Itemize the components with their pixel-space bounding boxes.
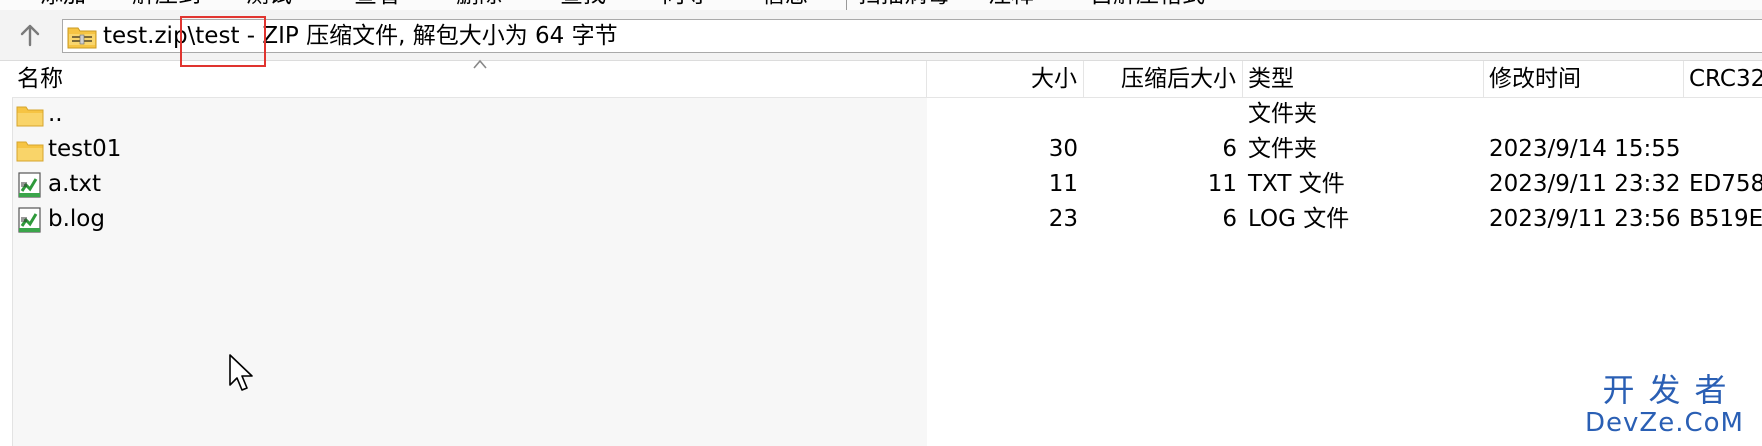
table-row[interactable]: b.log 23 6 LOG 文件 2023/9/11 23:56 B519E — [12, 202, 1762, 237]
cell-packed: 6 — [1222, 206, 1237, 232]
toolbar-extract-button[interactable]: 解压到 — [132, 0, 201, 8]
table-row[interactable]: .. 文件夹 — [12, 97, 1762, 132]
zip-archive-icon — [67, 27, 97, 49]
toolbar-add-button[interactable]: 添加 — [40, 0, 86, 8]
column-header-name[interactable]: 名称 — [12, 61, 927, 97]
cell-name: a.txt — [48, 171, 102, 197]
toolbar: 添加 解压到 测试 查看 删除 查找 向导 信息 扫描病毒 注释 自解压格式 — [0, 0, 1762, 10]
column-header-type[interactable]: 类型 — [1243, 61, 1484, 97]
cell-crc: ED758 — [1689, 171, 1762, 197]
column-header-crc[interactable]: CRC32 — [1684, 61, 1762, 97]
toolbar-view-button[interactable]: 查看 — [354, 0, 400, 8]
file-rows: .. 文件夹 test01 30 6 文件夹 2023/9/14 15:55 a.txt 11 1… — [12, 97, 1762, 237]
up-level-button[interactable] — [12, 18, 48, 52]
cell-modified: 2023/9/11 23:56 — [1489, 206, 1681, 232]
cell-crc — [1684, 132, 1762, 167]
cell-packed — [1084, 97, 1243, 132]
toolbar-find-button[interactable]: 查找 — [560, 0, 606, 8]
column-header-size[interactable]: 大小 — [927, 61, 1084, 97]
toolbar-wizard-button[interactable]: 向导 — [662, 0, 708, 8]
cell-size: 23 — [1048, 206, 1078, 232]
toolbar-separator — [846, 0, 847, 10]
cell-type: LOG 文件 — [1248, 206, 1350, 232]
cell-packed: 11 — [1207, 171, 1237, 197]
cell-type: TXT 文件 — [1248, 171, 1345, 197]
address-path: test.zip\test - ZIP 压缩文件, 解包大小为 64 字节 — [103, 23, 618, 49]
address-field[interactable]: test.zip\test - ZIP 压缩文件, 解包大小为 64 字节 — [62, 19, 1762, 53]
winrar-window: 添加 解压到 测试 查看 删除 查找 向导 信息 扫描病毒 注释 自解压格式 t… — [0, 0, 1762, 446]
address-bar-row: test.zip\test - ZIP 压缩文件, 解包大小为 64 字节 — [0, 10, 1762, 61]
cell-crc — [1684, 97, 1762, 132]
toolbar-comment-button[interactable]: 注释 — [988, 0, 1034, 8]
cell-name: .. — [48, 101, 63, 127]
cell-packed: 6 — [1222, 136, 1237, 162]
toolbar-virusscan-button[interactable]: 扫描病毒 — [858, 0, 950, 8]
cell-name: b.log — [48, 206, 105, 232]
cell-crc: B519E — [1689, 206, 1762, 232]
cell-type: 文件夹 — [1248, 101, 1317, 127]
toolbar-delete-button[interactable]: 删除 — [456, 0, 502, 8]
toolbar-info-button[interactable]: 信息 — [762, 0, 808, 8]
column-header-modified[interactable]: 修改时间 — [1484, 61, 1684, 97]
toolbar-sfx-button[interactable]: 自解压格式 — [1090, 0, 1205, 8]
cell-size — [927, 97, 1084, 132]
cell-modified — [1484, 97, 1684, 132]
cell-type: 文件夹 — [1248, 136, 1317, 162]
toolbar-test-button[interactable]: 测试 — [246, 0, 292, 8]
sort-ascending-icon — [473, 59, 487, 69]
cell-modified: 2023/9/14 15:55 — [1489, 136, 1681, 162]
cell-size: 11 — [1048, 171, 1078, 197]
file-list[interactable]: 名称 大小 压缩后大小 类型 修改时间 CRC32 .. 文件夹 test01 30 6… — [0, 59, 1762, 446]
cell-size: 30 — [1048, 136, 1078, 162]
cell-modified: 2023/9/11 23:32 — [1489, 171, 1681, 197]
column-header-packed[interactable]: 压缩后大小 — [1084, 61, 1243, 97]
table-row[interactable]: test01 30 6 文件夹 2023/9/14 15:55 — [12, 132, 1762, 167]
list-header: 名称 大小 压缩后大小 类型 修改时间 CRC32 — [12, 59, 1762, 98]
arrow-up-icon — [20, 24, 40, 47]
table-row[interactable]: a.txt 11 11 TXT 文件 2023/9/11 23:32 ED758 — [12, 167, 1762, 202]
cell-name: test01 — [48, 136, 122, 162]
mouse-cursor-icon — [229, 354, 253, 391]
